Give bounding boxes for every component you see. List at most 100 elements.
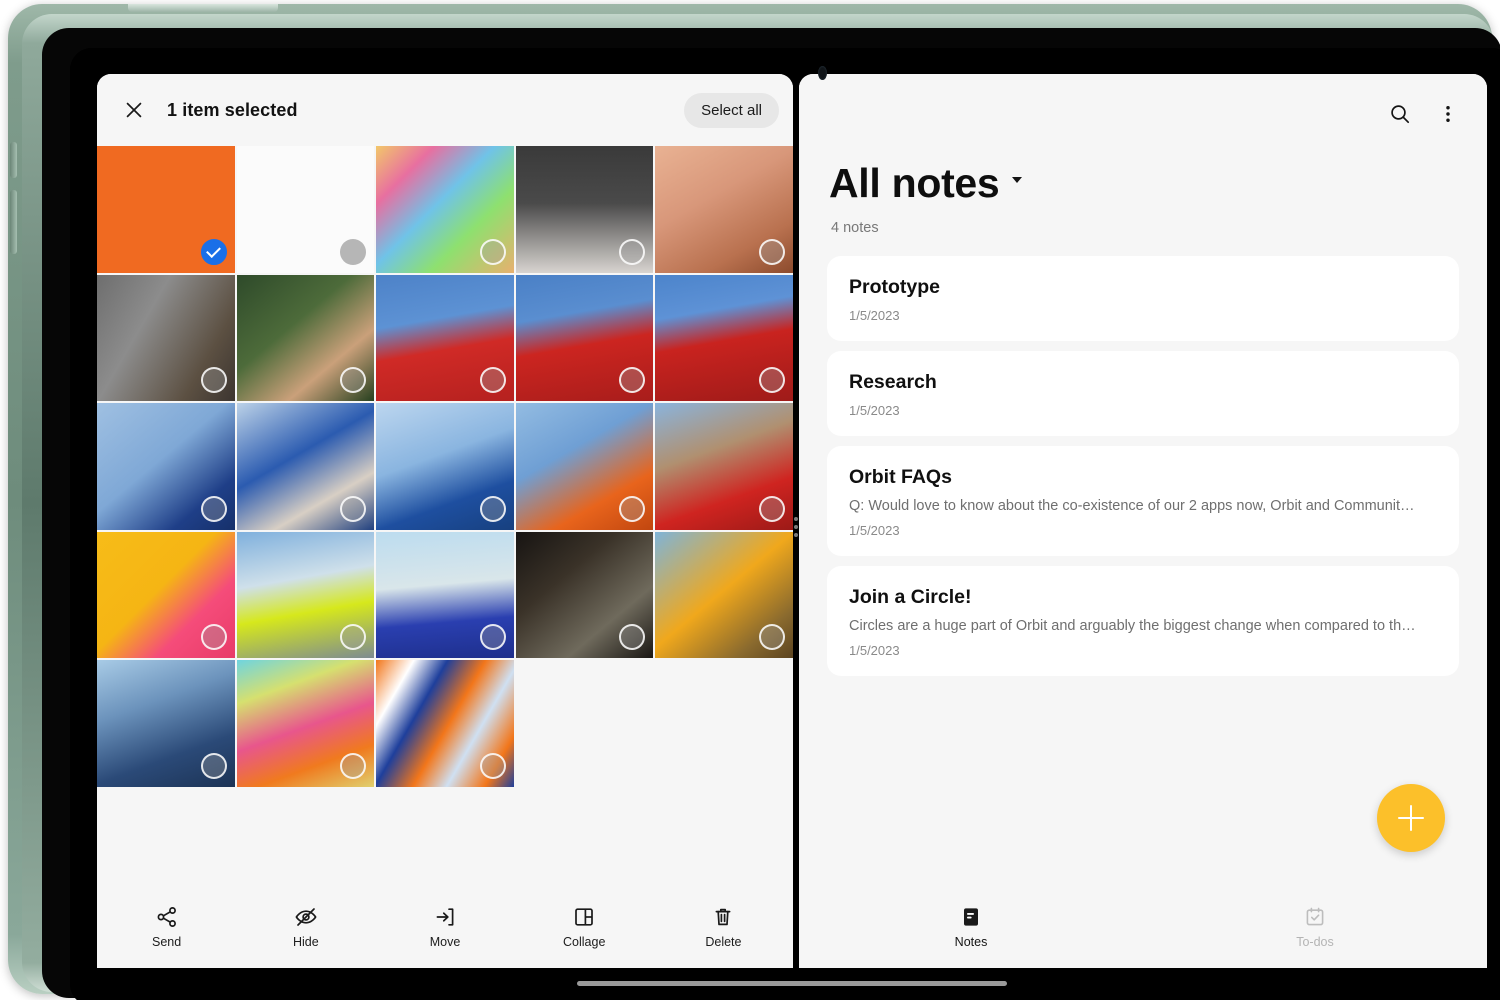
photo-thumbnail[interactable] [97, 403, 235, 530]
search-icon [1388, 102, 1412, 126]
more-vertical-icon [1437, 103, 1459, 125]
notes-nav-to-dos[interactable]: To-dos [1143, 905, 1487, 949]
device-stage: 1 item selected Select all Send Hide Move C… [0, 0, 1500, 1000]
photo-thumbnail[interactable] [236, 274, 375, 402]
photo-select-circle-icon[interactable] [200, 367, 227, 394]
note-date: 1/5/2023 [849, 643, 900, 658]
gallery-action-delete[interactable]: Delete [654, 905, 793, 949]
photo-thumbnail[interactable] [515, 146, 654, 273]
photo-select-circle-icon[interactable] [340, 495, 367, 522]
gallery-action-label: Send [152, 935, 182, 949]
photo-thumbnail[interactable] [236, 660, 375, 787]
photo-thumbnail[interactable] [655, 531, 793, 659]
photo-select-circle-icon[interactable] [759, 238, 785, 265]
notes-nav-label: Notes [954, 935, 988, 949]
device-bezel: 1 item selected Select all Send Hide Move C… [42, 28, 1500, 1000]
photo-select-circle-icon[interactable] [340, 238, 367, 265]
note-date: 1/5/2023 [849, 523, 900, 538]
photo-thumbnail[interactable] [236, 403, 375, 530]
photo-select-circle-icon[interactable] [619, 238, 646, 265]
notes-app-window: All notes 4 notes Prototype 1/5/2023 Resea… [799, 74, 1487, 968]
close-icon [123, 99, 145, 121]
photo-select-circle-icon[interactable] [759, 367, 785, 394]
device-volume-button[interactable] [10, 142, 17, 178]
note-title: Join a Circle! [849, 586, 972, 608]
photo-thumbnail[interactable] [236, 531, 375, 659]
add-note-fab[interactable] [1377, 784, 1445, 852]
note-card[interactable]: Research 1/5/2023 [827, 351, 1459, 436]
photo-select-circle-icon[interactable] [479, 624, 506, 651]
photo-thumbnail[interactable] [376, 531, 514, 659]
photo-select-circle-icon[interactable] [200, 495, 227, 522]
photo-select-circle-icon[interactable] [200, 752, 227, 779]
divider-handle-icon[interactable] [794, 517, 798, 537]
photo-thumbnail[interactable] [376, 660, 514, 787]
photo-thumbnail[interactable] [655, 274, 793, 402]
system-gesture-bar[interactable] [577, 981, 1007, 986]
gallery-action-hide[interactable]: Hide [236, 905, 375, 949]
photo-thumbnail[interactable] [515, 274, 654, 402]
photo-thumbnail[interactable] [655, 403, 793, 530]
device-antenna-strip [128, 4, 278, 12]
select-all-button[interactable]: Select all [684, 92, 779, 128]
photo-select-circle-icon[interactable] [759, 495, 785, 522]
close-selection-button[interactable] [113, 89, 155, 131]
device-power-button[interactable] [10, 190, 17, 254]
photo-thumbnail[interactable] [97, 274, 235, 402]
page-title: All notes [829, 160, 1000, 206]
note-title: Orbit FAQs [849, 466, 952, 488]
device-outer-frame: 1 item selected Select all Send Hide Move C… [8, 4, 1500, 1000]
photo-select-circle-icon[interactable] [340, 752, 367, 779]
gallery-app-window: 1 item selected Select all Send Hide Move C… [97, 74, 793, 968]
photo-select-circle-icon[interactable] [479, 238, 506, 265]
device-screen: 1 item selected Select all Send Hide Move C… [70, 48, 1500, 1000]
photo-thumbnail[interactable] [97, 146, 235, 273]
move-to-folder-icon [433, 905, 457, 929]
gallery-action-move[interactable]: Move [375, 905, 514, 949]
notebook-icon [959, 905, 983, 929]
notes-nav-notes[interactable]: Notes [799, 905, 1143, 949]
note-card[interactable]: Prototype 1/5/2023 [827, 256, 1459, 341]
photo-thumbnail[interactable] [97, 660, 235, 787]
gallery-action-label: Collage [563, 935, 606, 949]
photo-thumbnail[interactable] [376, 274, 514, 402]
chevron-down-icon[interactable] [1011, 177, 1022, 183]
photo-select-circle-icon[interactable] [479, 752, 506, 779]
trash-icon [711, 905, 735, 929]
gallery-action-send[interactable]: Send [97, 905, 236, 949]
photo-thumbnail[interactable] [515, 531, 654, 659]
photo-grid [97, 146, 793, 787]
photo-thumbnail[interactable] [236, 146, 375, 273]
notes-title-row[interactable]: All notes [799, 144, 1487, 207]
photo-thumbnail[interactable] [376, 403, 514, 530]
photo-select-circle-icon[interactable] [619, 495, 646, 522]
notes-nav-label: To-dos [1296, 935, 1334, 949]
notes-panel: All notes 4 notes Prototype 1/5/2023 Resea… [799, 74, 1487, 968]
note-snippet: Q: Would love to know about the co-exist… [849, 498, 1415, 514]
notes-search-button[interactable] [1379, 93, 1421, 135]
split-screen-container: 1 item selected Select all Send Hide Move C… [70, 48, 1500, 1000]
photo-select-circle-icon[interactable] [479, 367, 506, 394]
gallery-action-label: Delete [705, 935, 742, 949]
gallery-action-collage[interactable]: Collage [515, 905, 654, 949]
photo-thumbnail[interactable] [97, 531, 235, 659]
note-date: 1/5/2023 [849, 403, 900, 418]
photo-thumbnail[interactable] [655, 146, 793, 273]
note-card[interactable]: Orbit FAQs Q: Would love to know about th… [827, 446, 1459, 556]
note-title: Prototype [849, 276, 941, 298]
photo-select-circle-icon[interactable] [200, 624, 227, 651]
gallery-action-label: Hide [292, 935, 319, 949]
gallery-action-bar: Send Hide Move Collage Delete [97, 890, 793, 968]
photo-select-circle-icon[interactable] [479, 495, 506, 522]
photo-thumbnail[interactable] [376, 146, 514, 273]
notes-app-bar [799, 74, 1487, 144]
note-date: 1/5/2023 [849, 308, 900, 323]
note-card[interactable]: Join a Circle! Circles are a huge part of… [827, 566, 1459, 676]
photo-selected-checkmark-icon[interactable] [200, 238, 227, 265]
notes-overflow-menu-button[interactable] [1427, 93, 1469, 135]
checklist-icon [1303, 905, 1327, 929]
photo-thumbnail[interactable] [515, 403, 654, 530]
note-snippet: Circles are a huge part of Orbit and arg… [849, 618, 1416, 634]
selection-count-label: 1 item selected [167, 99, 298, 120]
note-title: Research [849, 371, 937, 393]
